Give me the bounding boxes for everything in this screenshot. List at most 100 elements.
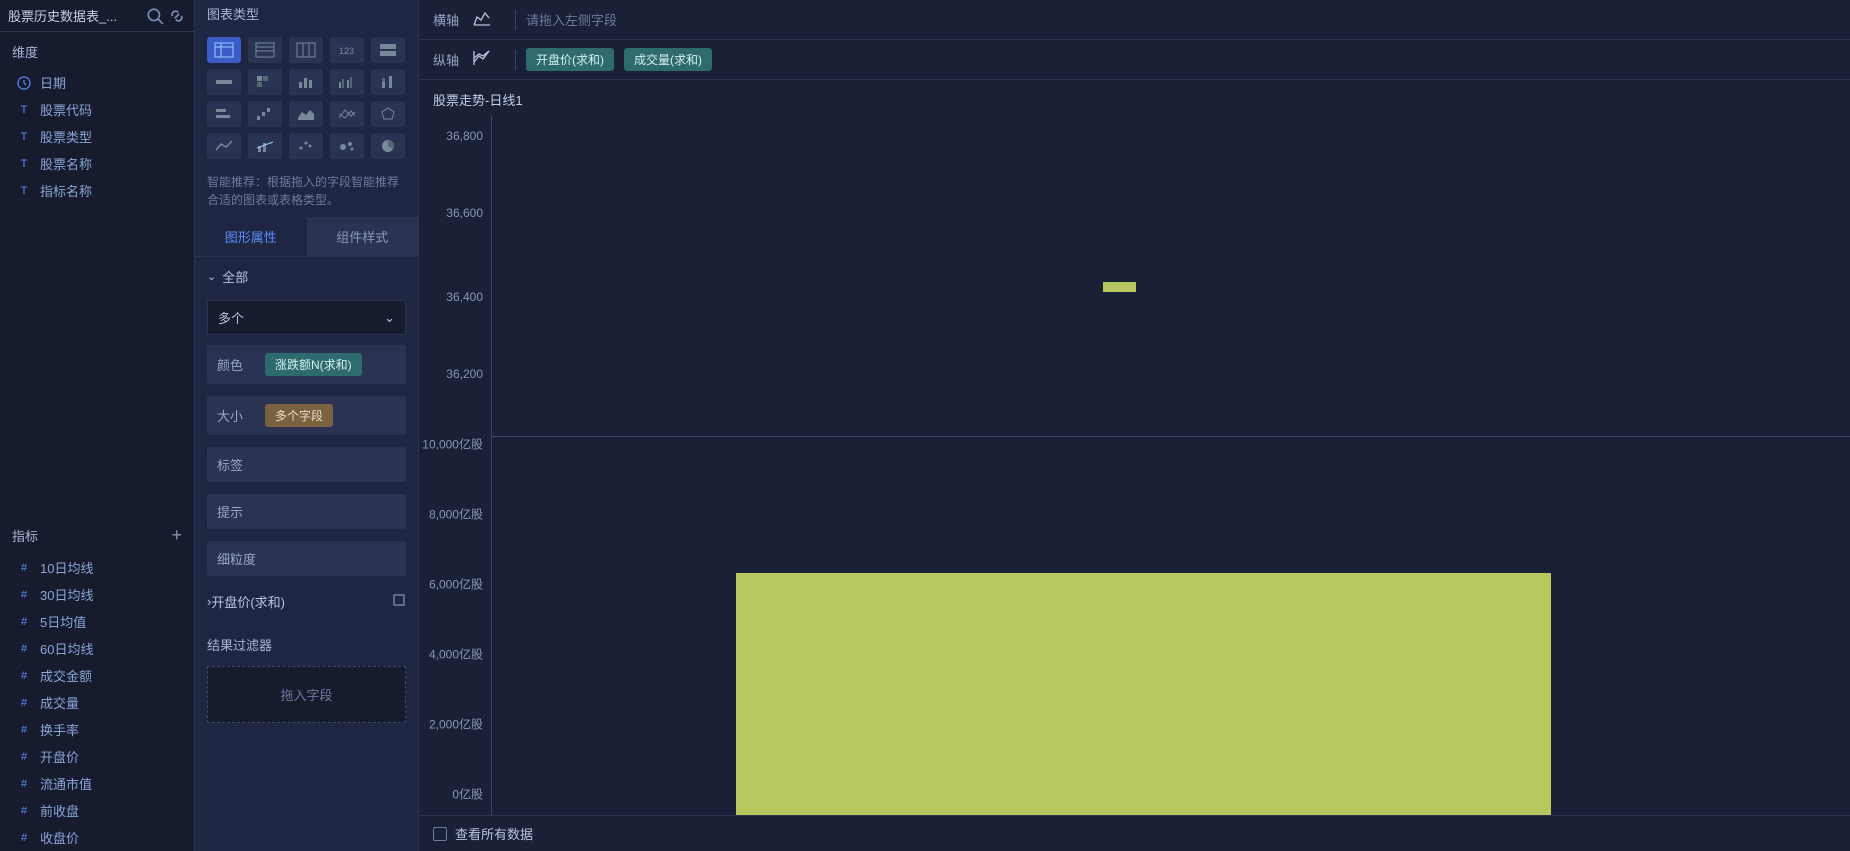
expand-open-price[interactable]: › 开盘价(求和) xyxy=(195,582,418,621)
chart-type-header: 图表类型 xyxy=(195,0,418,31)
plot-area[interactable] xyxy=(491,115,1850,815)
chart-type-heatmap[interactable] xyxy=(248,69,282,95)
y-axis-ticks: 36,800 36,600 36,400 36,200 10,000亿股 8,0… xyxy=(419,115,491,815)
field-open[interactable]: # 开盘价 xyxy=(8,743,186,770)
chart-type-line[interactable] xyxy=(207,133,241,159)
hash-icon: # xyxy=(16,587,32,603)
field-ma10[interactable]: #10日均线 xyxy=(8,554,186,581)
dimensions-list: 日期 T 股票代码 T 股票类型 T 股票名称 T 指标名称 xyxy=(0,69,194,204)
prop-granularity[interactable]: 细粒度 xyxy=(207,541,406,576)
chart-type-line-multi[interactable] xyxy=(330,101,364,127)
chart-type-scatter[interactable] xyxy=(289,133,323,159)
prop-tooltip-label: 提示 xyxy=(217,502,257,521)
dimensions-label: 维度 xyxy=(12,42,38,61)
hash-icon: # xyxy=(16,749,32,765)
prop-color[interactable]: 颜色 涨跌额N(求和) xyxy=(207,345,406,384)
chart-type-pie[interactable] xyxy=(371,133,405,159)
y-tick: 36,400 xyxy=(446,290,483,304)
field-indicator-name[interactable]: T 指标名称 xyxy=(8,177,186,204)
bar-volume[interactable] xyxy=(736,573,1551,815)
prop-label-label: 标签 xyxy=(217,455,257,474)
field-ma60[interactable]: #60日均线 xyxy=(8,635,186,662)
shape-select-value: 多个 xyxy=(218,308,244,327)
y-tick: 6,000亿股 xyxy=(429,576,483,593)
add-metric-icon[interactable]: + xyxy=(171,525,182,546)
y-axis-type-icon[interactable] xyxy=(471,48,493,71)
prop-label[interactable]: 标签 xyxy=(207,447,406,482)
field-amount[interactable]: #成交金额 xyxy=(8,662,186,689)
metrics-label: 指标 xyxy=(12,526,38,545)
field-stock-type[interactable]: T 股票类型 xyxy=(8,123,186,150)
y-pill-open[interactable]: 开盘价(求和) xyxy=(526,48,614,71)
bar-open-price[interactable] xyxy=(1103,282,1136,292)
expand-label: 开盘价(求和) xyxy=(211,592,285,611)
chart-type-table3[interactable] xyxy=(289,37,323,63)
metrics-list: #10日均线 #30日均线 #5日均值 #60日均线 #成交金额 #成交量 #换… xyxy=(0,554,194,851)
field-prev-close[interactable]: #前收盘 xyxy=(8,797,186,824)
divider xyxy=(515,10,516,30)
field-label: 日期 xyxy=(40,73,66,92)
prop-granularity-label: 细粒度 xyxy=(217,549,257,568)
dataset-title: 股票历史数据表_... xyxy=(8,6,142,25)
text-icon: T xyxy=(16,102,32,118)
y-tick: 36,800 xyxy=(446,129,483,143)
y-tick: 2,000亿股 xyxy=(429,716,483,733)
prop-tooltip[interactable]: 提示 xyxy=(207,494,406,529)
chart-type-area[interactable] xyxy=(289,101,323,127)
hash-icon: # xyxy=(16,668,32,684)
chart-type-bar-h[interactable] xyxy=(207,101,241,127)
chart-type-waterfall[interactable] xyxy=(248,101,282,127)
chart-type-radar[interactable] xyxy=(371,101,405,127)
fields-panel: 股票历史数据表_... 维度 日期 T 股票代码 T 股票类型 T 股票名称 xyxy=(0,0,195,851)
chart-footer: 查看所有数据 xyxy=(419,815,1850,851)
chart-area: 股票走势-日线1 36,800 36,600 36,400 36,200 10,… xyxy=(419,80,1850,851)
chart-type-bar-v[interactable] xyxy=(289,69,323,95)
x-axis-drop-hint[interactable]: 请拖入左侧字段 xyxy=(526,10,617,29)
x-axis-type-icon[interactable] xyxy=(471,8,493,31)
config-tabs: 图形属性 组件样式 xyxy=(195,217,418,257)
chart-type-table2[interactable] xyxy=(248,37,282,63)
text-icon: T xyxy=(16,183,32,199)
shape-select[interactable]: 多个 ⌄ xyxy=(207,300,406,335)
field-float-cap[interactable]: #流通市值 xyxy=(8,770,186,797)
chart-body: 36,800 36,600 36,400 36,200 10,000亿股 8,0… xyxy=(419,115,1850,815)
hash-icon: # xyxy=(16,830,32,846)
field-label: 开盘价 xyxy=(40,747,79,766)
field-stock-name[interactable]: T 股票名称 xyxy=(8,150,186,177)
chart-type-gauge[interactable] xyxy=(207,69,241,95)
y-tick: 36,200 xyxy=(446,367,483,381)
view-all-checkbox[interactable] xyxy=(433,827,447,841)
x-axis-label: 横轴 xyxy=(433,10,459,29)
chart-type-table1[interactable] xyxy=(207,37,241,63)
link-icon[interactable] xyxy=(168,7,186,25)
hash-icon: # xyxy=(16,776,32,792)
filter-drop-zone[interactable]: 拖入字段 xyxy=(207,666,406,723)
chevron-down-icon: ⌄ xyxy=(207,270,216,283)
chart-type-combo[interactable] xyxy=(248,133,282,159)
field-turnover[interactable]: #换手率 xyxy=(8,716,186,743)
prop-color-value: 涨跌额N(求和) xyxy=(265,353,362,376)
chart-type-bar-grouped[interactable] xyxy=(330,69,364,95)
field-close[interactable]: #收盘价 xyxy=(8,824,186,851)
field-label: 指标名称 xyxy=(40,181,92,200)
view-all-label: 查看所有数据 xyxy=(455,824,533,843)
all-label: 全部 xyxy=(222,267,248,286)
tab-component-style[interactable]: 组件样式 xyxy=(307,217,419,256)
prop-size[interactable]: 大小 多个字段 xyxy=(207,396,406,435)
result-filter: 结果过滤器 拖入字段 xyxy=(207,629,406,723)
chart-type-bar-stacked[interactable] xyxy=(371,69,405,95)
field-date[interactable]: 日期 xyxy=(8,69,186,96)
chart-title: 股票走势-日线1 xyxy=(419,80,1850,115)
field-ma30[interactable]: #30日均线 xyxy=(8,581,186,608)
search-icon[interactable] xyxy=(146,7,164,25)
chart-type-card[interactable] xyxy=(371,37,405,63)
chart-type-bubble[interactable] xyxy=(330,133,364,159)
field-stock-code[interactable]: T 股票代码 xyxy=(8,96,186,123)
chart-type-kpi[interactable]: 123 xyxy=(330,37,364,63)
prop-size-label: 大小 xyxy=(217,406,257,425)
all-collapse[interactable]: ⌄ 全部 xyxy=(195,257,418,296)
field-ma5[interactable]: #5日均值 xyxy=(8,608,186,635)
tab-shape-props[interactable]: 图形属性 xyxy=(195,217,307,256)
y-pill-volume[interactable]: 成交量(求和) xyxy=(624,48,712,71)
field-volume[interactable]: #成交量 xyxy=(8,689,186,716)
